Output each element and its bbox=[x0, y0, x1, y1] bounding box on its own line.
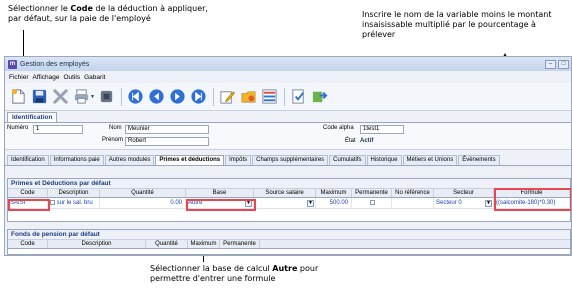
numero-field[interactable]: 1 bbox=[33, 125, 83, 134]
delete-icon[interactable] bbox=[51, 88, 69, 106]
identification-section-tab: Identification bbox=[5, 111, 571, 122]
new-document-icon[interactable] bbox=[9, 88, 27, 106]
employee-tabs: Identification Informations paie Autres … bbox=[5, 154, 571, 166]
primes-panel-title: Primes et Déductions par défaut bbox=[8, 179, 570, 189]
folder-icon[interactable] bbox=[240, 88, 258, 106]
primes-grid-header: Code Description Quantité Base Source sa… bbox=[8, 189, 570, 198]
list-icon[interactable] bbox=[261, 88, 279, 106]
secteur-value: Secteur 0 bbox=[436, 200, 462, 206]
print-dropdown-icon[interactable]: ▼ bbox=[90, 94, 95, 100]
menu-outils[interactable]: Outils bbox=[64, 74, 81, 81]
row-expand-icon[interactable] bbox=[50, 199, 55, 205]
tab-cumulatifs[interactable]: Cumulatifs bbox=[329, 155, 366, 165]
header-permanente[interactable]: Permanente bbox=[220, 240, 260, 248]
menu-gabarit[interactable]: Gabarit bbox=[84, 74, 105, 81]
description-cell[interactable]: sur le sal. bru bbox=[48, 198, 100, 208]
pension-grid-header: Code Description Quantité Maximum Perman… bbox=[8, 240, 570, 249]
nom-label: Nom bbox=[109, 125, 122, 131]
etat-label: État bbox=[345, 138, 356, 144]
tab-identification[interactable]: Identification bbox=[7, 155, 49, 165]
code-cell[interactable]: SAISI bbox=[8, 198, 48, 208]
chevron-down-icon[interactable]: ▼ bbox=[485, 200, 492, 207]
chevron-down-icon[interactable]: ▼ bbox=[307, 200, 314, 207]
toolbar-separator bbox=[212, 87, 214, 106]
permanente-checkbox[interactable] bbox=[370, 199, 375, 205]
source-salaire-select[interactable]: ▼ bbox=[254, 198, 316, 208]
tab-metiers-unions[interactable]: Métiers et Unions bbox=[402, 155, 458, 165]
tab-historique[interactable]: Historique bbox=[366, 155, 402, 165]
tab-autres-modules[interactable]: Autres modules bbox=[104, 155, 155, 165]
etat-value: Actif bbox=[360, 138, 374, 144]
open-icon[interactable] bbox=[98, 88, 116, 106]
quantite-cell[interactable]: 0.00 bbox=[100, 198, 186, 208]
secteur-select[interactable]: Secteur 0 ▼ bbox=[434, 198, 494, 208]
minimize-button[interactable]: – bbox=[545, 59, 556, 69]
header-base[interactable]: Base bbox=[186, 189, 254, 197]
table-row[interactable]: SAISI sur le sal. bru 0.00 Autre ▼ ▼ 500.… bbox=[8, 198, 570, 209]
toolbar: ▼ bbox=[5, 83, 571, 111]
export-icon[interactable] bbox=[311, 88, 329, 106]
tab-evenements[interactable]: Évènements bbox=[458, 155, 500, 165]
nom-field[interactable]: Meunier bbox=[125, 125, 209, 134]
header-maximum[interactable]: Maximum bbox=[316, 189, 352, 197]
header-source-salaire[interactable]: Source salaire bbox=[254, 189, 316, 197]
tab-champs-supplementaires[interactable]: Champs supplémentaires bbox=[252, 155, 329, 165]
header-description[interactable]: Description bbox=[48, 240, 146, 248]
identification-section-label: Identification bbox=[7, 112, 58, 122]
maximize-button[interactable]: □ bbox=[558, 59, 569, 69]
base-select[interactable]: Autre ▼ bbox=[186, 198, 254, 208]
header-code[interactable]: Code bbox=[8, 189, 48, 197]
annotation-code: Sélectionner le Code de la déduction à a… bbox=[8, 4, 208, 23]
next-record-icon[interactable] bbox=[169, 88, 187, 106]
title-bar: m Gestion des employés – □ bbox=[5, 57, 571, 71]
maximum-cell[interactable]: 500.00 bbox=[316, 198, 352, 208]
edit-icon[interactable] bbox=[219, 88, 237, 106]
header-quantite[interactable]: Quantité bbox=[146, 240, 188, 248]
annotation-base: Sélectionner la base de calcul Autre pou… bbox=[150, 264, 319, 283]
window-title: Gestion des employés bbox=[20, 60, 90, 68]
prenom-field[interactable]: Robert bbox=[125, 137, 209, 146]
header-quantite[interactable]: Quantité bbox=[100, 189, 186, 197]
tab-informations-paie[interactable]: Informations paie bbox=[49, 155, 104, 165]
tab-impots[interactable]: Impôts bbox=[225, 155, 252, 165]
header-description[interactable]: Description bbox=[48, 189, 100, 197]
code-alpha-field[interactable]: 1test1 bbox=[360, 125, 404, 134]
header-secteur[interactable]: Secteur bbox=[434, 189, 494, 197]
header-permanente[interactable]: Permanente bbox=[352, 189, 392, 197]
header-maximum[interactable]: Maximum bbox=[188, 240, 220, 248]
chevron-down-icon[interactable]: ▼ bbox=[245, 200, 252, 207]
description-value: sur le sal. bru bbox=[56, 200, 93, 206]
check-icon[interactable] bbox=[290, 88, 308, 106]
print-icon[interactable] bbox=[72, 88, 90, 106]
menu-fichier[interactable]: Fichier bbox=[9, 74, 29, 81]
pension-panel: Fonds de pension par défaut Code Descrip… bbox=[7, 229, 571, 255]
save-icon[interactable] bbox=[30, 88, 48, 106]
numero-label: Numéro bbox=[7, 125, 29, 131]
menu-affichage[interactable]: Affichage bbox=[33, 74, 60, 81]
header-formule[interactable]: Formule bbox=[494, 189, 570, 197]
tab-primes-deductions[interactable]: Primes et déductions bbox=[155, 155, 225, 165]
formule-cell[interactable]: ((salcomite-180)*0.30) bbox=[494, 198, 570, 208]
first-record-icon[interactable] bbox=[127, 88, 145, 106]
last-record-icon[interactable] bbox=[190, 88, 208, 106]
identification-panel: Numéro 1 Nom Meunier Prénom Robert Code … bbox=[5, 122, 571, 150]
previous-record-icon[interactable] bbox=[148, 88, 166, 106]
base-value: Autre bbox=[188, 200, 203, 206]
code-alpha-label: Code alpha bbox=[323, 125, 354, 131]
pension-panel-title: Fonds de pension par défaut bbox=[8, 230, 570, 240]
annotation-formule: Inscrire le nom de la variable moins le … bbox=[362, 10, 552, 39]
menu-bar: Fichier Affichage Outils Gabarit bbox=[5, 71, 571, 83]
header-code[interactable]: Code bbox=[8, 240, 48, 248]
primes-deductions-panel: Primes et Déductions par défaut Code Des… bbox=[7, 178, 571, 222]
header-no-reference[interactable]: No référence bbox=[392, 189, 434, 197]
permanente-cell[interactable] bbox=[352, 198, 392, 208]
app-logo-icon: m bbox=[8, 59, 17, 69]
toolbar-separator bbox=[283, 87, 285, 106]
toolbar-separator bbox=[120, 87, 122, 106]
prenom-label: Prénom bbox=[102, 137, 124, 143]
employee-management-window: m Gestion des employés – □ Fichier Affic… bbox=[4, 56, 572, 256]
no-reference-cell[interactable] bbox=[392, 198, 434, 208]
